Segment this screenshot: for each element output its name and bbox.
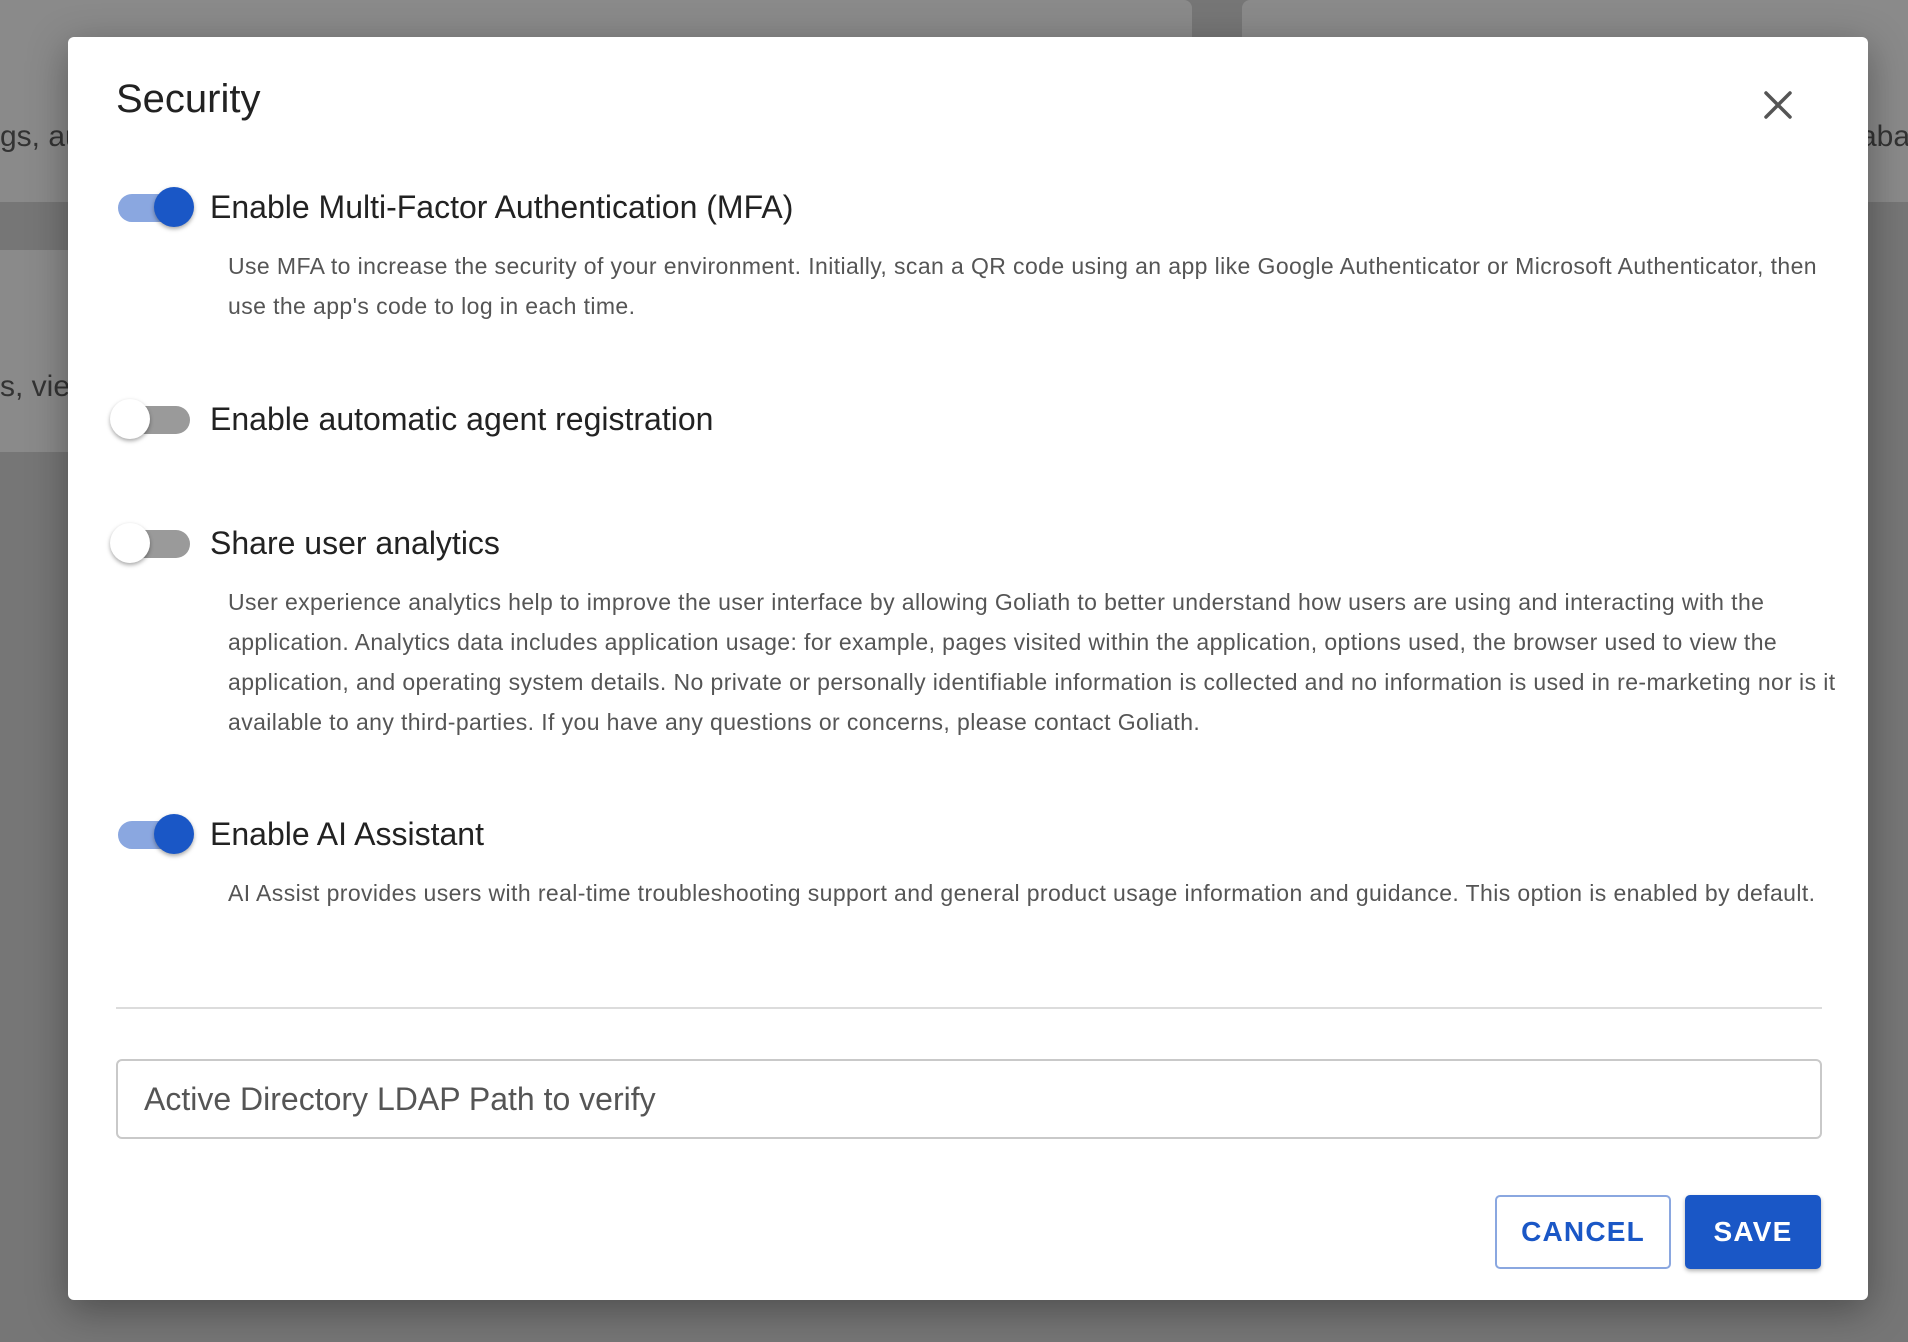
save-button[interactable]: SAVE — [1685, 1195, 1821, 1269]
toggle-thumb — [154, 814, 194, 854]
user-analytics-description: User experience analytics help to improv… — [228, 589, 1836, 735]
agent-registration-toggle[interactable] — [110, 394, 194, 444]
close-icon — [1764, 91, 1792, 119]
setting-row: Enable automatic agent registration — [110, 394, 1836, 444]
setting-ai-assistant: Enable AI Assistant AI Assist provides u… — [116, 809, 1836, 913]
setting-user-analytics: Share user analytics User experience ana… — [110, 518, 1836, 742]
mfa-description: Use MFA to increase the security of your… — [228, 253, 1818, 319]
setting-row: Enable Multi-Factor Authentication (MFA) — [116, 182, 1836, 232]
agent-registration-label: Enable automatic agent registration — [210, 400, 714, 437]
ai-assistant-description: AI Assist provides users with real-time … — [228, 880, 1816, 906]
ldap-path-input[interactable] — [116, 1059, 1822, 1139]
ai-assistant-label: Enable AI Assistant — [210, 815, 484, 852]
toggle-thumb — [110, 523, 150, 563]
toggle-thumb — [110, 399, 150, 439]
setting-agent-registration: Enable automatic agent registration — [110, 394, 1836, 444]
dialog-title: Security — [116, 77, 261, 121]
setting-mfa: Enable Multi-Factor Authentication (MFA)… — [116, 182, 1836, 326]
cancel-button[interactable]: CANCEL — [1495, 1195, 1671, 1269]
divider — [116, 1007, 1822, 1009]
toggle-thumb — [154, 187, 194, 227]
mfa-label: Enable Multi-Factor Authentication (MFA) — [210, 188, 794, 225]
setting-row: Enable AI Assistant — [116, 809, 1836, 859]
mfa-toggle[interactable] — [116, 182, 194, 232]
user-analytics-toggle[interactable] — [110, 518, 194, 568]
user-analytics-label: Share user analytics — [210, 524, 500, 561]
setting-row: Share user analytics — [110, 518, 1836, 568]
ai-assistant-toggle[interactable] — [116, 809, 194, 859]
close-button[interactable] — [1758, 85, 1798, 125]
security-dialog: Security Enable Multi-Factor Authenticat… — [68, 37, 1868, 1300]
